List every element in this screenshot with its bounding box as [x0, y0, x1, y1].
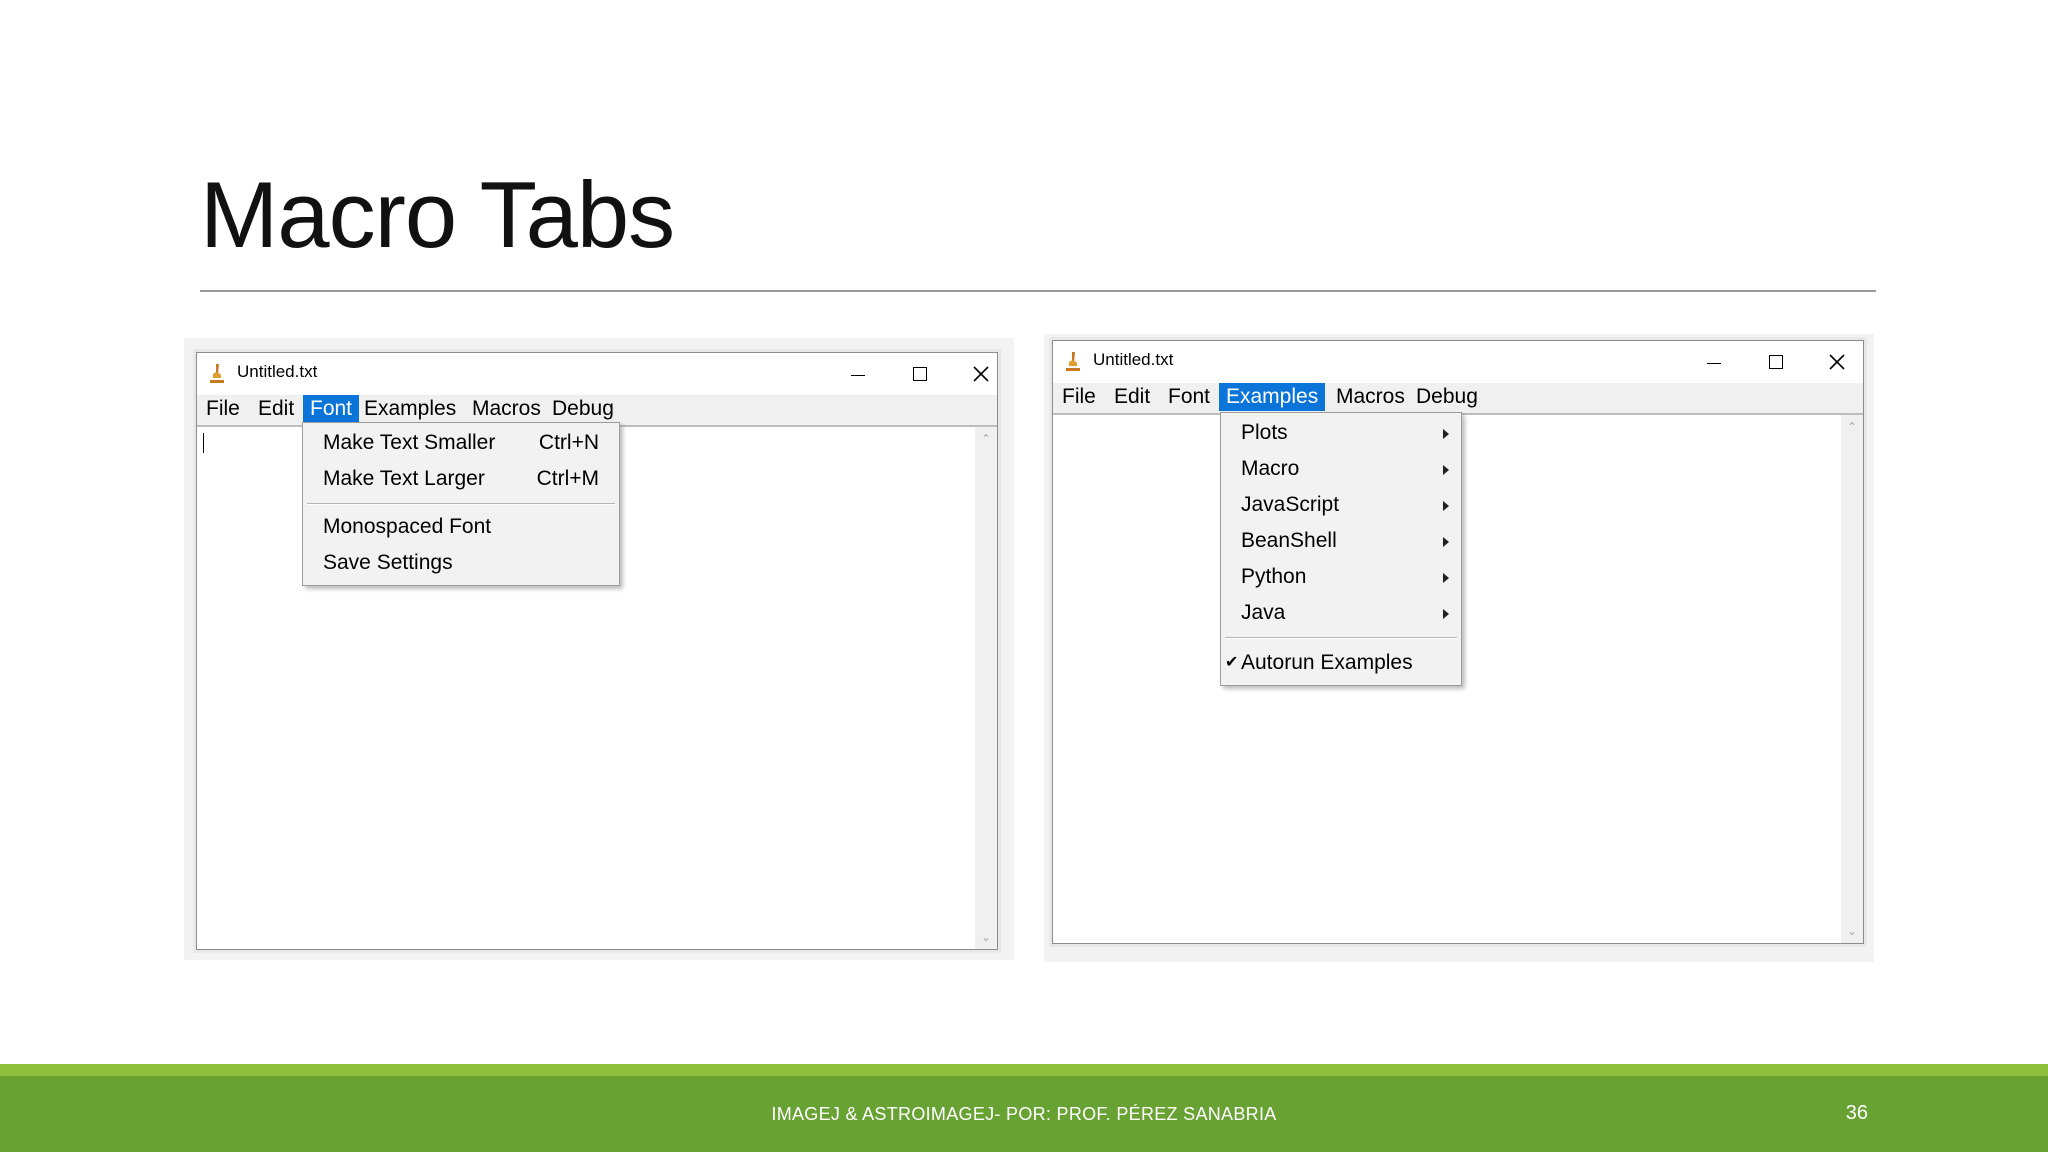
right-menubar: File Edit Font Examples Macros Debug: [1053, 383, 1863, 415]
menu-macros[interactable]: Macros: [1329, 383, 1412, 411]
menu-item-autorun-examples[interactable]: ✔ Autorun Examples: [1221, 645, 1461, 681]
close-icon: [1829, 354, 1845, 370]
imagej-microscope-icon: [210, 364, 224, 383]
menu-file[interactable]: File: [1055, 383, 1103, 411]
footer-accent-bar: [0, 1064, 2048, 1076]
submenu-arrow-icon: [1443, 573, 1449, 583]
menu-examples[interactable]: Examples: [1219, 383, 1326, 411]
menu-font[interactable]: Font: [1161, 383, 1217, 411]
menu-item-make-text-smaller[interactable]: Make Text Smaller Ctrl+N: [303, 425, 619, 461]
menu-edit[interactable]: Edit: [251, 395, 301, 423]
menu-debug[interactable]: Debug: [1409, 383, 1485, 411]
menu-item-save-settings[interactable]: Save Settings: [303, 545, 619, 581]
close-button[interactable]: [1819, 345, 1855, 379]
menu-font[interactable]: Font: [303, 395, 360, 423]
submenu-plots[interactable]: Plots: [1221, 415, 1461, 451]
close-button[interactable]: [963, 357, 999, 391]
submenu-arrow-icon: [1443, 537, 1449, 547]
right-vertical-scrollbar[interactable]: ⌃ ⌄: [1841, 415, 1863, 943]
maximize-button[interactable]: [901, 357, 937, 391]
submenu-arrow-icon: [1443, 465, 1449, 475]
minimize-button[interactable]: [1695, 345, 1731, 379]
title-divider: [200, 290, 1876, 292]
imagej-microscope-icon: [1066, 352, 1080, 371]
submenu-java[interactable]: Java: [1221, 595, 1461, 631]
slide-title: Macro Tabs: [200, 162, 675, 267]
scroll-down-icon[interactable]: ⌄: [1841, 921, 1863, 941]
scroll-up-icon[interactable]: ⌃: [1841, 417, 1863, 437]
submenu-beanshell[interactable]: BeanShell: [1221, 523, 1461, 559]
menu-item-monospaced-font[interactable]: Monospaced Font: [303, 509, 619, 545]
maximize-button[interactable]: [1757, 345, 1793, 379]
scroll-up-icon[interactable]: ⌃: [975, 429, 997, 449]
examples-menu-dropdown: Plots Macro JavaScript BeanShell Python …: [1220, 412, 1462, 686]
maximize-icon: [1769, 355, 1783, 369]
menu-file[interactable]: File: [199, 395, 247, 423]
left-titlebar[interactable]: Untitled.txt: [197, 353, 997, 395]
close-icon: [973, 366, 989, 382]
menu-examples[interactable]: Examples: [357, 395, 463, 423]
page-number: 36: [1845, 1102, 1868, 1124]
checkmark-icon: ✔: [1225, 654, 1239, 671]
submenu-javascript[interactable]: JavaScript: [1221, 487, 1461, 523]
menu-macros[interactable]: Macros: [465, 395, 548, 423]
menu-item-make-text-larger[interactable]: Make Text Larger Ctrl+M: [303, 461, 619, 497]
submenu-arrow-icon: [1443, 501, 1449, 511]
minimize-button[interactable]: [839, 357, 875, 391]
submenu-python[interactable]: Python: [1221, 559, 1461, 595]
submenu-macro[interactable]: Macro: [1221, 451, 1461, 487]
scroll-down-icon[interactable]: ⌄: [975, 927, 997, 947]
text-caret: [203, 433, 204, 453]
maximize-icon: [913, 367, 927, 381]
left-window-title: Untitled.txt: [237, 362, 318, 381]
menu-edit[interactable]: Edit: [1107, 383, 1157, 411]
menu-debug[interactable]: Debug: [545, 395, 621, 423]
minimize-icon: [851, 375, 865, 376]
menu-separator: [1225, 637, 1457, 639]
right-window-title: Untitled.txt: [1093, 350, 1174, 369]
minimize-icon: [1707, 363, 1721, 364]
footer-text: IMAGEJ & ASTROIMAGEJ- POR: PROF. PÉREZ S…: [771, 1104, 1277, 1124]
right-titlebar[interactable]: Untitled.txt: [1053, 341, 1863, 383]
font-menu-dropdown: Make Text Smaller Ctrl+N Make Text Large…: [302, 422, 620, 586]
left-vertical-scrollbar[interactable]: ⌃ ⌄: [975, 427, 997, 949]
submenu-arrow-icon: [1443, 429, 1449, 439]
menu-separator: [307, 503, 615, 505]
submenu-arrow-icon: [1443, 609, 1449, 619]
